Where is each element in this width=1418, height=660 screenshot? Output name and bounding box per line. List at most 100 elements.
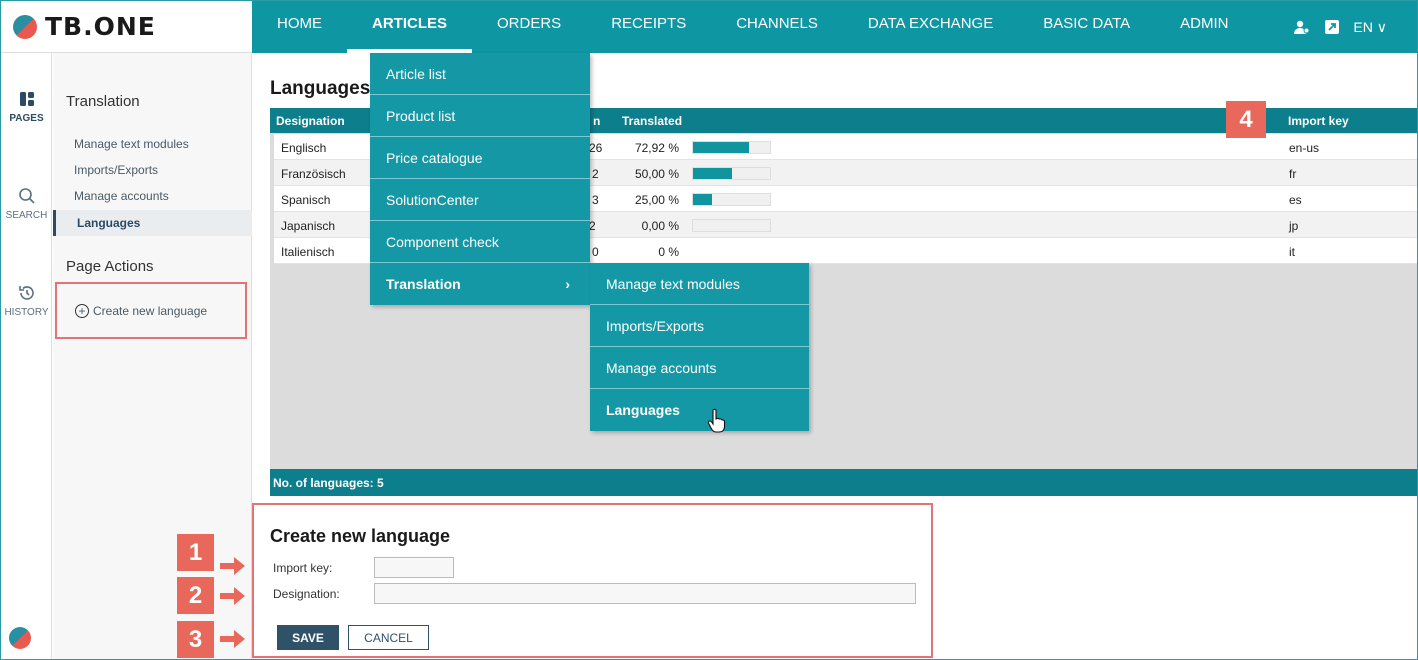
pages-icon bbox=[19, 92, 34, 106]
cell-partial: 0 bbox=[592, 245, 599, 259]
left-rail: PAGES SEARCH HISTORY bbox=[1, 53, 52, 659]
progress-bar bbox=[692, 141, 771, 154]
cell-designation: Italienisch bbox=[281, 245, 335, 259]
search-icon bbox=[18, 188, 35, 204]
chevron-right-icon: › bbox=[565, 276, 570, 292]
rail-search[interactable]: SEARCH bbox=[1, 186, 52, 221]
hand-cursor-icon bbox=[707, 408, 726, 433]
arrow-right-icon bbox=[220, 630, 245, 648]
side-link-languages-label: Languages bbox=[77, 216, 141, 230]
cell-translated: 50,00 % bbox=[634, 167, 679, 181]
logo-text: TB.ONE bbox=[45, 12, 156, 41]
arrow-right-icon bbox=[220, 587, 245, 605]
rail-logo-icon bbox=[4, 622, 36, 654]
cell-import-key: fr bbox=[1289, 167, 1297, 181]
page-actions-highlight: + Create new language bbox=[55, 282, 247, 339]
cell-translated: 0 % bbox=[658, 245, 679, 259]
side-link-languages[interactable]: Languages bbox=[53, 210, 252, 236]
plus-circle-icon: + bbox=[75, 304, 89, 318]
menu-translation-label: Translation bbox=[386, 276, 461, 292]
submenu-manage-accounts[interactable]: Manage accounts bbox=[590, 347, 809, 389]
designation-input[interactable] bbox=[374, 583, 916, 604]
app-logo[interactable]: TB.ONE bbox=[1, 1, 252, 53]
cell-import-key: en-us bbox=[1289, 141, 1320, 155]
cell-designation: Japanisch bbox=[281, 219, 336, 233]
nav-receipts[interactable]: RECEIPTS bbox=[586, 1, 711, 53]
progress-fill bbox=[693, 194, 713, 205]
submenu-languages[interactable]: Languages bbox=[590, 389, 809, 431]
create-new-language-link[interactable]: + Create new language bbox=[75, 304, 207, 318]
language-selector[interactable]: EN ∨ bbox=[1353, 19, 1387, 36]
nav-articles[interactable]: ARTICLES bbox=[347, 1, 472, 53]
cell-partial: 2 bbox=[589, 219, 596, 233]
col-import-key[interactable]: Import key bbox=[1288, 114, 1349, 128]
translation-submenu: Manage text modules Imports/Exports Mana… bbox=[590, 263, 809, 431]
side-link-imports-exports[interactable]: Imports/Exports bbox=[74, 163, 158, 177]
callout-badge-1: 1 bbox=[177, 534, 214, 571]
cell-designation: Französisch bbox=[281, 167, 346, 181]
nav-channels[interactable]: CHANNELS bbox=[711, 1, 843, 53]
menu-translation[interactable]: Translation › bbox=[370, 263, 590, 305]
cell-translated: 0,00 % bbox=[641, 219, 679, 233]
menu-component-check[interactable]: Component check bbox=[370, 221, 590, 263]
cell-translated: 72,92 % bbox=[634, 141, 679, 155]
grid-footer: No. of languages: 5 bbox=[270, 469, 1417, 496]
cell-designation: Spanisch bbox=[281, 193, 331, 207]
create-new-language-label: Create new language bbox=[93, 304, 208, 318]
top-navigation: HOME ARTICLES ORDERS RECEIPTS CHANNELS D… bbox=[252, 1, 1417, 53]
arrow-right-icon bbox=[220, 557, 245, 575]
user-settings-icon[interactable] bbox=[1293, 18, 1311, 36]
cell-partial: 2 bbox=[592, 167, 599, 181]
cell-translated: 25,00 % bbox=[634, 193, 679, 207]
page-title: Languages bbox=[270, 78, 371, 99]
callout-badge-2: 2 bbox=[177, 577, 214, 614]
side-section-title: Translation bbox=[66, 93, 140, 110]
form-title: Create new language bbox=[270, 526, 451, 546]
submenu-manage-text-modules[interactable]: Manage text modules bbox=[590, 263, 809, 305]
rail-search-label: SEARCH bbox=[5, 210, 48, 221]
menu-solutioncenter[interactable]: SolutionCenter bbox=[370, 179, 590, 221]
cancel-button[interactable]: CANCEL bbox=[348, 625, 429, 650]
col-translated[interactable]: Translated bbox=[622, 114, 682, 128]
chevron-down-icon: ∨ bbox=[1372, 18, 1387, 35]
progress-bar bbox=[692, 193, 771, 206]
progress-bar bbox=[692, 219, 771, 232]
articles-dropdown-menu: Article list Product list Price catalogu… bbox=[370, 53, 590, 305]
nav-orders[interactable]: ORDERS bbox=[472, 1, 586, 53]
create-language-form: Create new language Import key: Designat… bbox=[252, 503, 933, 658]
col-designation[interactable]: Designation bbox=[276, 114, 345, 128]
nav-data-exchange[interactable]: DATA EXCHANGE bbox=[843, 1, 1018, 53]
nav-icons: EN ∨ bbox=[1293, 18, 1417, 36]
progress-fill bbox=[693, 168, 732, 179]
designation-label: Designation: bbox=[273, 587, 340, 601]
cell-partial: 26 bbox=[589, 141, 603, 155]
language-code: EN bbox=[1353, 18, 1373, 35]
cell-partial: 3 bbox=[592, 193, 599, 207]
cell-designation: Englisch bbox=[281, 141, 327, 155]
nav-admin[interactable]: ADMIN bbox=[1155, 1, 1253, 53]
side-link-manage-text-modules[interactable]: Manage text modules bbox=[74, 137, 189, 151]
history-icon bbox=[18, 286, 34, 300]
nav-home[interactable]: HOME bbox=[252, 1, 347, 53]
menu-product-list[interactable]: Product list bbox=[370, 95, 590, 137]
callout-badge-3: 3 bbox=[177, 621, 214, 658]
progress-fill bbox=[693, 142, 750, 153]
rail-pages-label: PAGES bbox=[9, 113, 44, 124]
save-button[interactable]: SAVE bbox=[277, 625, 339, 650]
menu-article-list[interactable]: Article list bbox=[370, 53, 590, 95]
col-partial[interactable]: n bbox=[593, 114, 600, 128]
rail-history-label: HISTORY bbox=[4, 307, 49, 318]
import-key-input[interactable] bbox=[374, 557, 454, 578]
logo-icon bbox=[8, 9, 42, 44]
import-key-label: Import key: bbox=[273, 561, 333, 575]
cell-import-key: it bbox=[1289, 245, 1295, 259]
side-link-manage-accounts[interactable]: Manage accounts bbox=[74, 189, 169, 203]
rail-pages[interactable]: PAGES bbox=[1, 89, 52, 124]
external-link-icon[interactable] bbox=[1323, 18, 1341, 36]
submenu-imports-exports[interactable]: Imports/Exports bbox=[590, 305, 809, 347]
menu-price-catalogue[interactable]: Price catalogue bbox=[370, 137, 590, 179]
cell-import-key: es bbox=[1289, 193, 1302, 207]
nav-basic-data[interactable]: BASIC DATA bbox=[1018, 1, 1155, 53]
cell-import-key: jp bbox=[1289, 219, 1299, 233]
rail-history[interactable]: HISTORY bbox=[1, 283, 52, 318]
